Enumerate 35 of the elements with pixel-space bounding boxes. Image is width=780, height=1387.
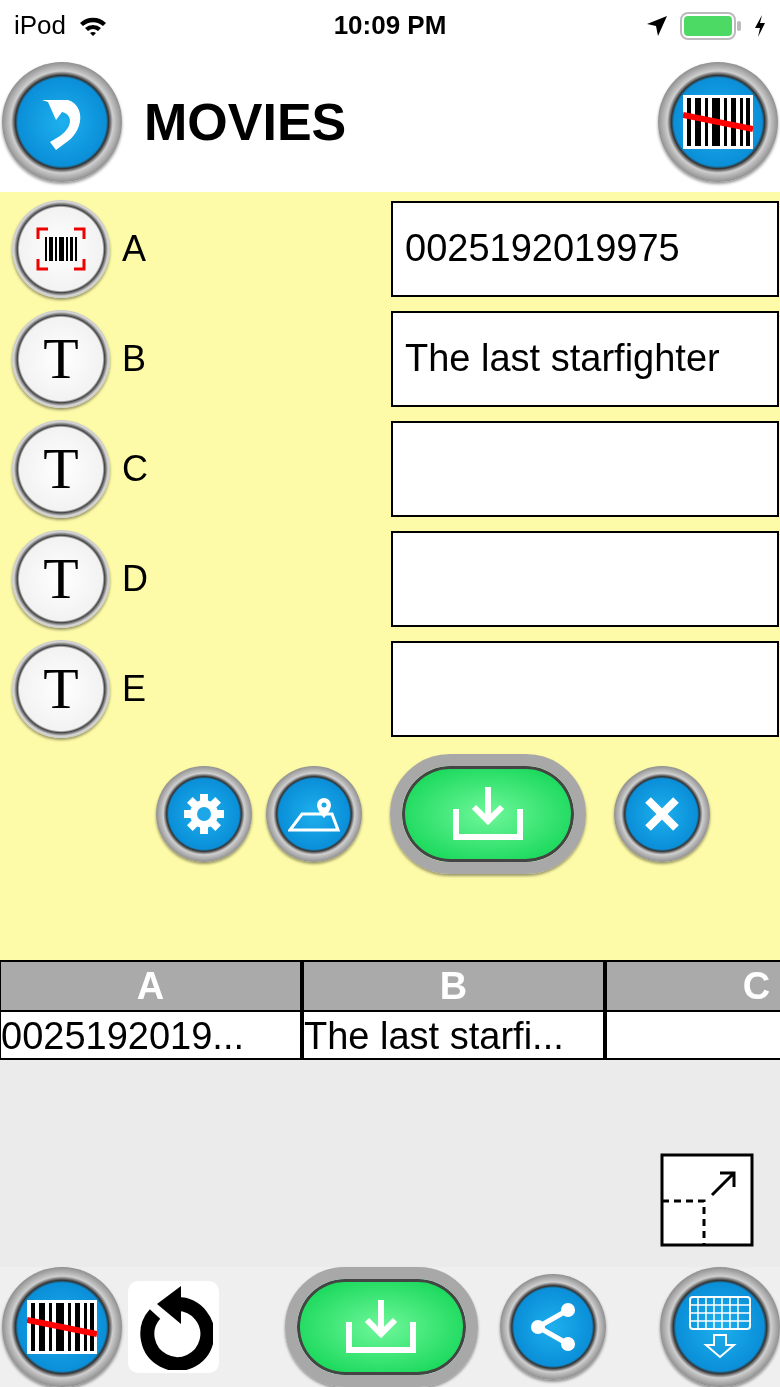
column-header: C: [606, 961, 780, 1010]
keyboard-icon: [688, 1295, 752, 1359]
field-label: A: [122, 227, 146, 270]
text-type-button[interactable]: T: [12, 529, 110, 628]
input-field[interactable]: [391, 420, 779, 517]
hide-keyboard-button[interactable]: [660, 1267, 780, 1387]
status-time: 10:09 PM: [333, 10, 447, 42]
page-title: MOVIES: [144, 91, 348, 152]
table-cell: The last starfi...: [303, 1011, 606, 1060]
input-field[interactable]: [391, 530, 779, 627]
text-type-button[interactable]: T: [12, 419, 110, 518]
column-header: B: [303, 961, 606, 1010]
column-header: A: [0, 961, 303, 1010]
input-field[interactable]: [391, 640, 779, 737]
undo-button[interactable]: [128, 1281, 219, 1373]
input-field[interactable]: The last starfighter: [391, 310, 779, 407]
charging-icon: [754, 14, 766, 37]
field-label: C: [122, 447, 148, 490]
carrier-name: iPod: [14, 10, 67, 42]
text-type-button[interactable]: T: [12, 309, 110, 408]
field-label: E: [122, 667, 146, 710]
expand-icon[interactable]: [660, 1153, 754, 1247]
location-arrow-icon: [646, 14, 668, 37]
barcode-scan-icon: [27, 1300, 97, 1354]
share-icon: [528, 1302, 578, 1352]
field-label: D: [122, 557, 148, 600]
text-type-button[interactable]: T: [12, 639, 110, 738]
barcode-icon: [36, 226, 86, 271]
table-cell: 0025192019...: [0, 1011, 303, 1060]
input-field[interactable]: 0025192019975: [391, 200, 779, 297]
field-label: B: [122, 337, 146, 380]
download-icon: [450, 784, 526, 843]
barcode-scan-icon: [683, 94, 753, 149]
settings-icon: [182, 791, 226, 836]
battery-icon: [680, 11, 742, 40]
